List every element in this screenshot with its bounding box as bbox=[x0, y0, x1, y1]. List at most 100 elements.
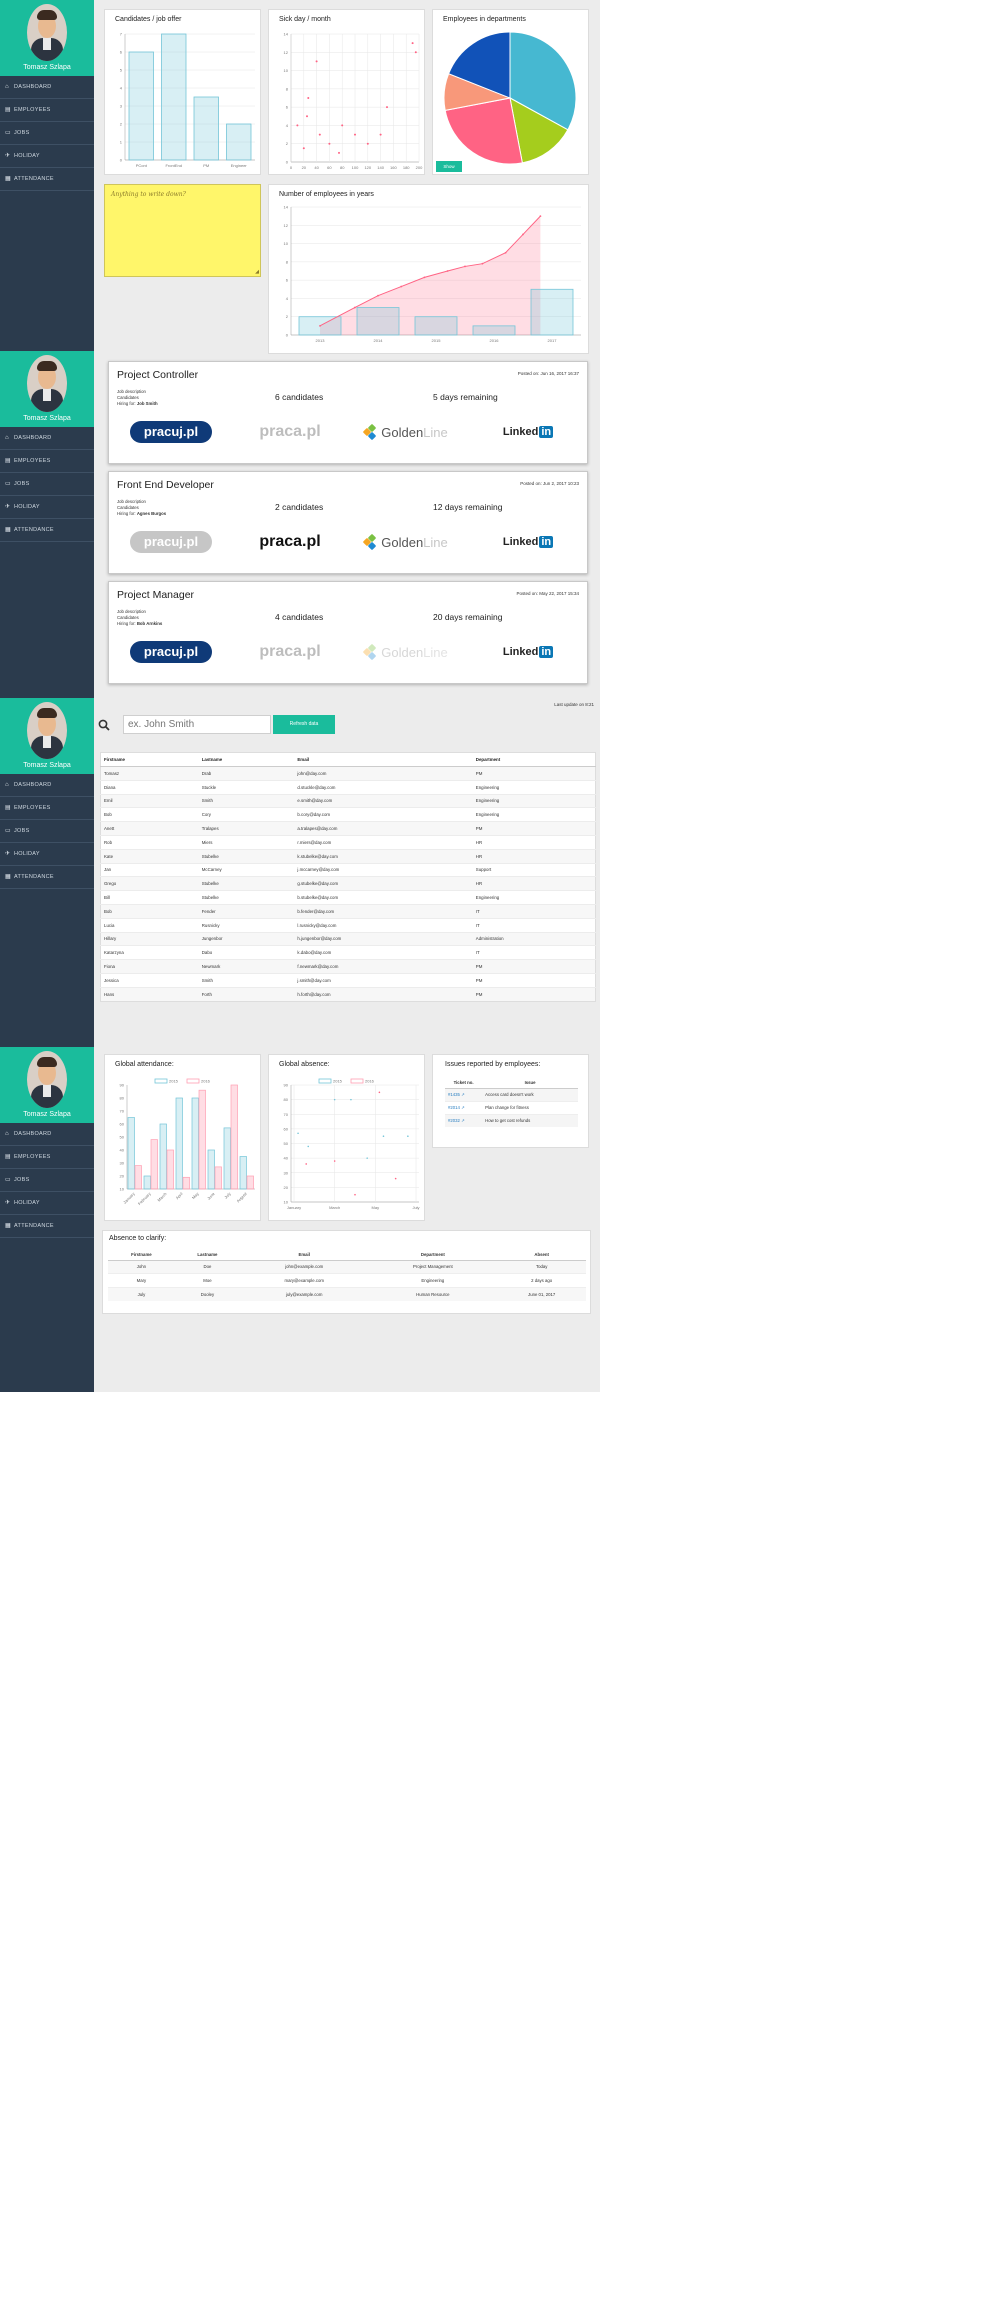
goldenline-logo[interactable]: Golden Line bbox=[354, 529, 458, 555]
table-header-row: Ticket no. Issue bbox=[445, 1077, 578, 1089]
bar bbox=[193, 96, 219, 161]
table-row[interactable]: Tomasz Drab john@day.com PM bbox=[100, 766, 596, 781]
table-row[interactable]: Diana Stuckle d.stuckle@day.com Engineering bbox=[100, 779, 596, 795]
linkedin-logo[interactable]: Linked in bbox=[499, 529, 557, 555]
absence-row[interactable]: John Doe john@example.com Project Managemen… bbox=[108, 1259, 586, 1274]
table-cell: Jan bbox=[100, 862, 199, 877]
column-header: Issue bbox=[482, 1077, 578, 1089]
praca-logo[interactable]: praca.pl bbox=[257, 639, 323, 665]
table-row[interactable]: Bill Stubelke b.stubelke@day.com Engineerin… bbox=[100, 890, 596, 905]
y-tick-label: 2 bbox=[286, 314, 289, 319]
table-row[interactable]: Rob Miers r.miers@day.com HR bbox=[100, 834, 596, 850]
table-cell: Kate bbox=[100, 848, 199, 864]
linkedin-logo[interactable]: Linked in bbox=[499, 419, 557, 445]
table-row[interactable]: Jan McCarney j.mccarney@day.com Support bbox=[100, 862, 596, 877]
absence-row[interactable]: July Dooley july@example.com Human Resource… bbox=[108, 1286, 586, 1301]
nav-jobs[interactable]: ▭ JOBS bbox=[0, 1169, 94, 1192]
nav-holiday[interactable]: ✈ HOLIDAY bbox=[0, 1192, 94, 1215]
column-header[interactable]: Firstname bbox=[100, 752, 199, 767]
nav-dashboard[interactable]: ⌂ DASHBOARD bbox=[0, 774, 94, 797]
pracuj-logo[interactable]: pracuj.pl bbox=[129, 419, 213, 445]
y-tick-label: 6 bbox=[120, 50, 123, 55]
job-card[interactable]: Project Manager Posted on: May 22, 2017 … bbox=[108, 581, 588, 684]
nav-jobs[interactable]: ▭ JOBS bbox=[0, 122, 94, 145]
table-cell: f.newmark@day.com bbox=[294, 959, 473, 974]
x-tick-label: March bbox=[329, 1205, 340, 1210]
data-point bbox=[394, 1177, 397, 1180]
table-cell: Fender bbox=[198, 903, 295, 919]
data-point bbox=[366, 142, 369, 145]
praca-logo[interactable]: praca.pl bbox=[257, 529, 323, 555]
table-cell: Diana bbox=[100, 779, 199, 795]
table-row[interactable]: Kate Stubelke k.stubelke@day.com HR bbox=[100, 848, 596, 864]
resize-handle-icon[interactable]: ◢ bbox=[255, 269, 259, 275]
nav-dashboard[interactable]: ⌂ DASHBOARD bbox=[0, 1123, 94, 1146]
table-cell: HR bbox=[472, 848, 596, 864]
table-cell: Dabo bbox=[198, 945, 295, 960]
refresh-data-button[interactable]: Refresh data bbox=[273, 715, 335, 734]
table-row[interactable]: Lucia Rusnicky l.rusnicky@day.com IT bbox=[100, 917, 596, 933]
nav-holiday[interactable]: ✈ HOLIDAY bbox=[0, 496, 94, 519]
nav-dashboard[interactable]: ⌂ DASHBOARD bbox=[0, 76, 94, 99]
nav-dashboard[interactable]: ⌂ DASHBOARD bbox=[0, 427, 94, 450]
nav-holiday[interactable]: ✈ HOLIDAY bbox=[0, 145, 94, 168]
nav-jobs[interactable]: ▭ JOBS bbox=[0, 473, 94, 496]
column-header[interactable]: Email bbox=[294, 752, 473, 767]
table-cell: Tomasz bbox=[100, 766, 199, 781]
issues-card: Issues reported by employees: Ticket no.… bbox=[432, 1054, 589, 1148]
table-row[interactable]: Bob Fender b.fender@day.com IT bbox=[100, 903, 596, 919]
table-row[interactable]: Hans Forth h.forth@day.com PM bbox=[100, 986, 596, 1002]
data-point bbox=[378, 1091, 381, 1094]
table-row[interactable]: Grego Stubelke g.stubelke@day.com HR bbox=[100, 876, 596, 891]
table-cell: Engineering bbox=[472, 890, 596, 905]
nav-attendance[interactable]: ▦ ATTENDANCE bbox=[0, 519, 94, 542]
column-header[interactable]: Department bbox=[472, 752, 596, 767]
nav-employees[interactable]: ▤ EMPLOYEES bbox=[0, 1146, 94, 1169]
job-card[interactable]: Project Controller Posted on: Jun 16, 20… bbox=[108, 361, 588, 464]
column-header[interactable]: Lastname bbox=[198, 752, 295, 767]
table-cell: Katarzyna bbox=[100, 945, 199, 960]
goldenline-logo[interactable]: Golden Line bbox=[354, 639, 458, 665]
job-card[interactable]: Front End Developer Posted on: Jun 2, 20… bbox=[108, 471, 588, 574]
search-input[interactable] bbox=[123, 715, 271, 734]
table-row[interactable]: Katarzyna Dabo k.dabo@day.com IT bbox=[100, 945, 596, 960]
global-attendance-card: Global attendance: 10 20 30 40 50 60 70 80 90 201… bbox=[104, 1054, 261, 1221]
nav-employees[interactable]: ▤ EMPLOYEES bbox=[0, 99, 94, 122]
praca-logo[interactable]: praca.pl bbox=[257, 419, 323, 445]
nav-attendance[interactable]: ▦ ATTENDANCE bbox=[0, 866, 94, 889]
nav-employees[interactable]: ▤ EMPLOYEES bbox=[0, 797, 94, 820]
nav-attendance[interactable]: ▦ ATTENDANCE bbox=[0, 168, 94, 191]
nav-employees[interactable]: ▤ EMPLOYEES bbox=[0, 450, 94, 473]
table-cell: Forth bbox=[198, 986, 295, 1002]
avatar bbox=[27, 1051, 67, 1108]
pracuj-logo[interactable]: pracuj.pl bbox=[129, 639, 213, 665]
ticket-link[interactable]: #1435 ↗ bbox=[445, 1087, 483, 1101]
y-tick-label: 40 bbox=[120, 1148, 125, 1153]
table-row[interactable]: Fiona Newmark f.newmark@day.com PM bbox=[100, 959, 596, 974]
x-tick-label: January bbox=[122, 1191, 136, 1205]
id-card-icon: ▤ bbox=[5, 107, 11, 113]
table-row[interactable]: Hillary Jungenbor h.jungenbor@day.com Admin… bbox=[100, 931, 596, 946]
briefcase-icon: ▭ bbox=[5, 130, 11, 136]
table-row[interactable]: Emil Smith e.smith@day.com Engineering bbox=[100, 793, 596, 808]
data-point bbox=[315, 60, 318, 63]
table-row[interactable]: Bob Cory b.cory@day.com Engineering bbox=[100, 807, 596, 822]
x-tick-label: PM bbox=[203, 163, 209, 168]
absence-row[interactable]: Mary Moe mary@example.com Engineering 2 days… bbox=[108, 1273, 586, 1287]
issue-text: Access card doesn't work bbox=[482, 1087, 578, 1101]
table-row[interactable]: Jessica Smith j.smith@day.com PM bbox=[100, 972, 596, 988]
ticket-link[interactable]: #2014 ↗ bbox=[445, 1100, 483, 1114]
nav-jobs[interactable]: ▭ JOBS bbox=[0, 820, 94, 843]
goldenline-logo[interactable]: Golden Line bbox=[354, 419, 458, 445]
nav-holiday[interactable]: ✈ HOLIDAY bbox=[0, 843, 94, 866]
ticket-link[interactable]: #2032 ↗ bbox=[445, 1113, 483, 1127]
pracuj-logo[interactable]: pracuj.pl bbox=[129, 529, 213, 555]
nav-attendance[interactable]: ▦ ATTENDANCE bbox=[0, 1215, 94, 1238]
x-tick-label: 80 bbox=[340, 165, 345, 170]
sticky-note[interactable]: Anything to write down? ◢ bbox=[104, 184, 261, 277]
candidates-bar-chart: 0 1 2 3 4 5 6 7 PCont FrontEnd PM Engineer bbox=[120, 32, 255, 168]
linkedin-logo[interactable]: Linked in bbox=[499, 639, 557, 665]
departments-show-button[interactable]: Show bbox=[436, 161, 462, 172]
x-tick-label: 180 bbox=[403, 165, 410, 170]
table-row[interactable]: Anett Tralapes a.tralapes@day.com PM bbox=[100, 821, 596, 836]
